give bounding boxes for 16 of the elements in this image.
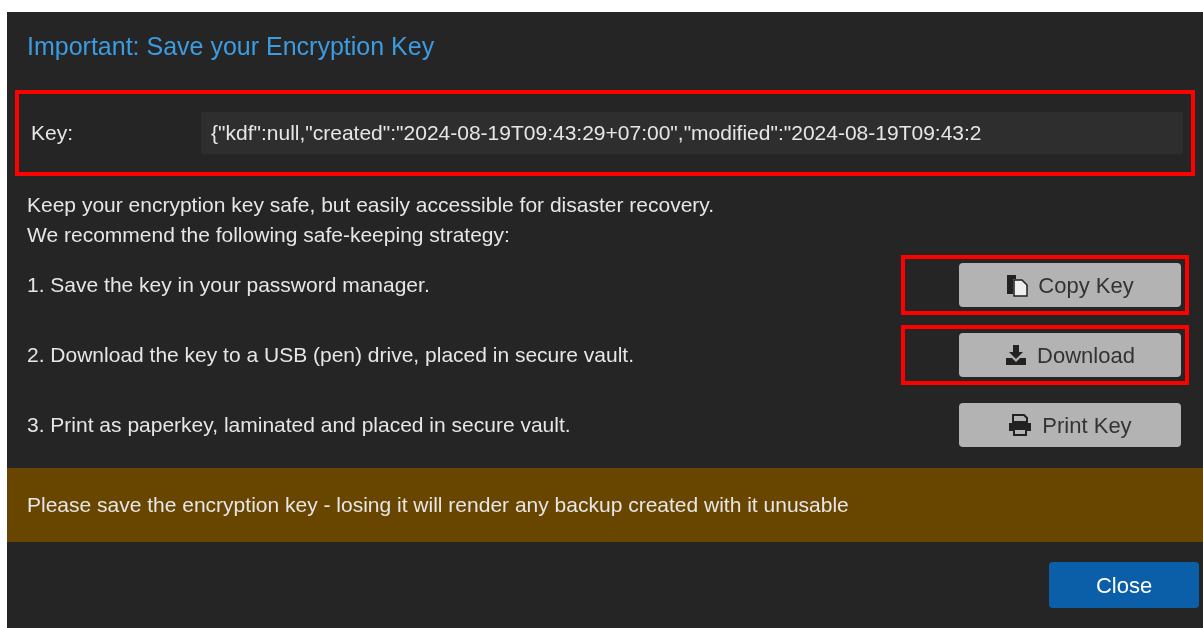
step-text: 2. Download the key to a USB (pen) drive, placed in secure vault. bbox=[27, 342, 634, 369]
intro-text: We recommend the following safe-keeping strategy: bbox=[27, 222, 511, 248]
copy-icon bbox=[1006, 273, 1029, 297]
close-button[interactable]: Close bbox=[1049, 562, 1199, 608]
key-label: Key: bbox=[31, 120, 75, 147]
download-icon bbox=[1005, 345, 1028, 365]
download-key-button[interactable]: Download bbox=[959, 333, 1181, 377]
key-field[interactable]: {"kdf":null,"created":"2024-08-19T09:43:29+07:00","modified":"2024-08-19T09:43:2 bbox=[201, 112, 1183, 154]
step-text: 1. Save the key in your password manager. bbox=[27, 272, 430, 299]
printer-icon bbox=[1008, 414, 1033, 436]
dialog-title: Important: Save your Encryption Key bbox=[27, 31, 435, 63]
print-key-button[interactable]: Print Key bbox=[959, 403, 1181, 447]
copy-key-button[interactable]: Copy Key bbox=[959, 263, 1181, 307]
warning-text: Please save the encryption key - losing it will render any backup created with it unusable bbox=[27, 492, 849, 519]
intro-text: Keep your encryption key safe, but easily accessible for disaster recovery. bbox=[27, 192, 716, 218]
step-text: 3. Print as paperkey, laminated and placed in secure vault. bbox=[27, 412, 571, 439]
